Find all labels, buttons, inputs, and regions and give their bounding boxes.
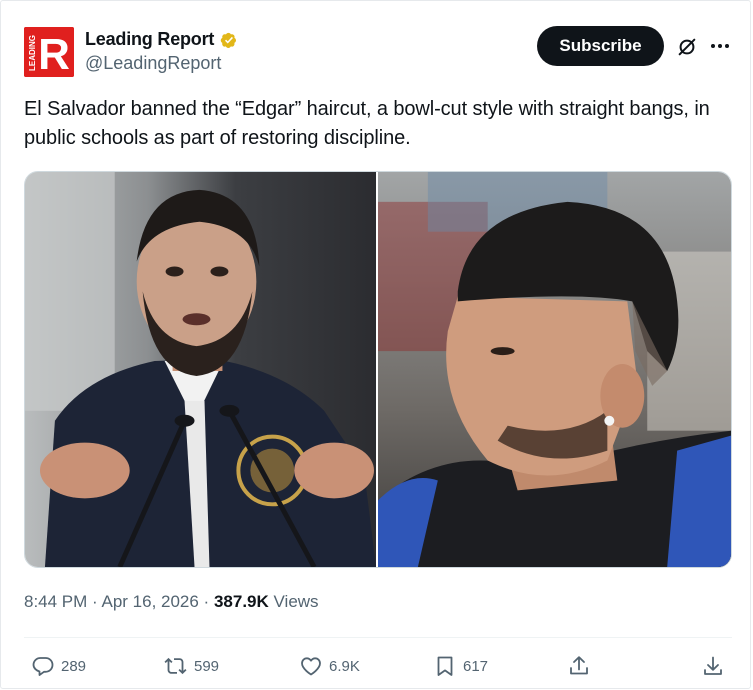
media-grid[interactable] bbox=[24, 171, 732, 568]
repost-button[interactable]: 599 bbox=[164, 654, 219, 678]
post-meta: 8:44 PM · Apr 16, 2026 · 387.9K Views bbox=[24, 592, 319, 612]
bookmark-count: 617 bbox=[463, 657, 489, 675]
share-button[interactable] bbox=[567, 654, 591, 678]
like-icon bbox=[301, 657, 321, 676]
account-handle[interactable]: @LeadingReport bbox=[85, 53, 221, 74]
photo-edgar-haircut bbox=[378, 172, 731, 567]
bookmark-button[interactable]: 617 bbox=[433, 654, 488, 678]
reply-button[interactable]: 289 bbox=[31, 654, 86, 678]
leading-report-logo: R LEADING bbox=[24, 27, 74, 77]
like-count: 6.9K bbox=[329, 657, 360, 675]
verified-badge-icon bbox=[220, 32, 237, 48]
account-name[interactable]: Leading Report bbox=[85, 29, 214, 50]
divider bbox=[24, 637, 732, 638]
photo-speaker-at-podium bbox=[25, 172, 376, 567]
photo-right[interactable] bbox=[378, 172, 731, 567]
post-timestamp[interactable]: 8:44 PM · Apr 16, 2026 · bbox=[24, 592, 214, 611]
download-button[interactable] bbox=[701, 654, 725, 678]
avatar[interactable]: R LEADING bbox=[24, 27, 74, 77]
views-label: Views bbox=[268, 592, 319, 611]
account-name-row[interactable]: Leading Report bbox=[85, 29, 239, 50]
repost-icon bbox=[164, 657, 187, 675]
svg-text:R: R bbox=[38, 30, 70, 77]
more-icon[interactable] bbox=[708, 34, 732, 58]
subscribe-button[interactable]: Subscribe bbox=[537, 26, 664, 66]
reply-count: 289 bbox=[61, 657, 87, 675]
reply-icon bbox=[32, 657, 54, 676]
like-button[interactable]: 6.9K bbox=[299, 654, 360, 678]
bookmark-icon bbox=[437, 656, 453, 676]
post-text: El Salvador banned the “Edgar” haircut, … bbox=[24, 98, 710, 149]
views-count: 387.9K bbox=[213, 592, 269, 611]
photo-left[interactable] bbox=[25, 172, 376, 567]
svg-text:LEADING: LEADING bbox=[28, 35, 37, 71]
tweet-card: R LEADING Leading Report @LeadingReport … bbox=[0, 0, 751, 689]
repost-count: 599 bbox=[194, 657, 220, 675]
download-icon bbox=[704, 656, 722, 675]
grok-icon[interactable] bbox=[676, 36, 698, 58]
share-icon bbox=[570, 656, 588, 675]
